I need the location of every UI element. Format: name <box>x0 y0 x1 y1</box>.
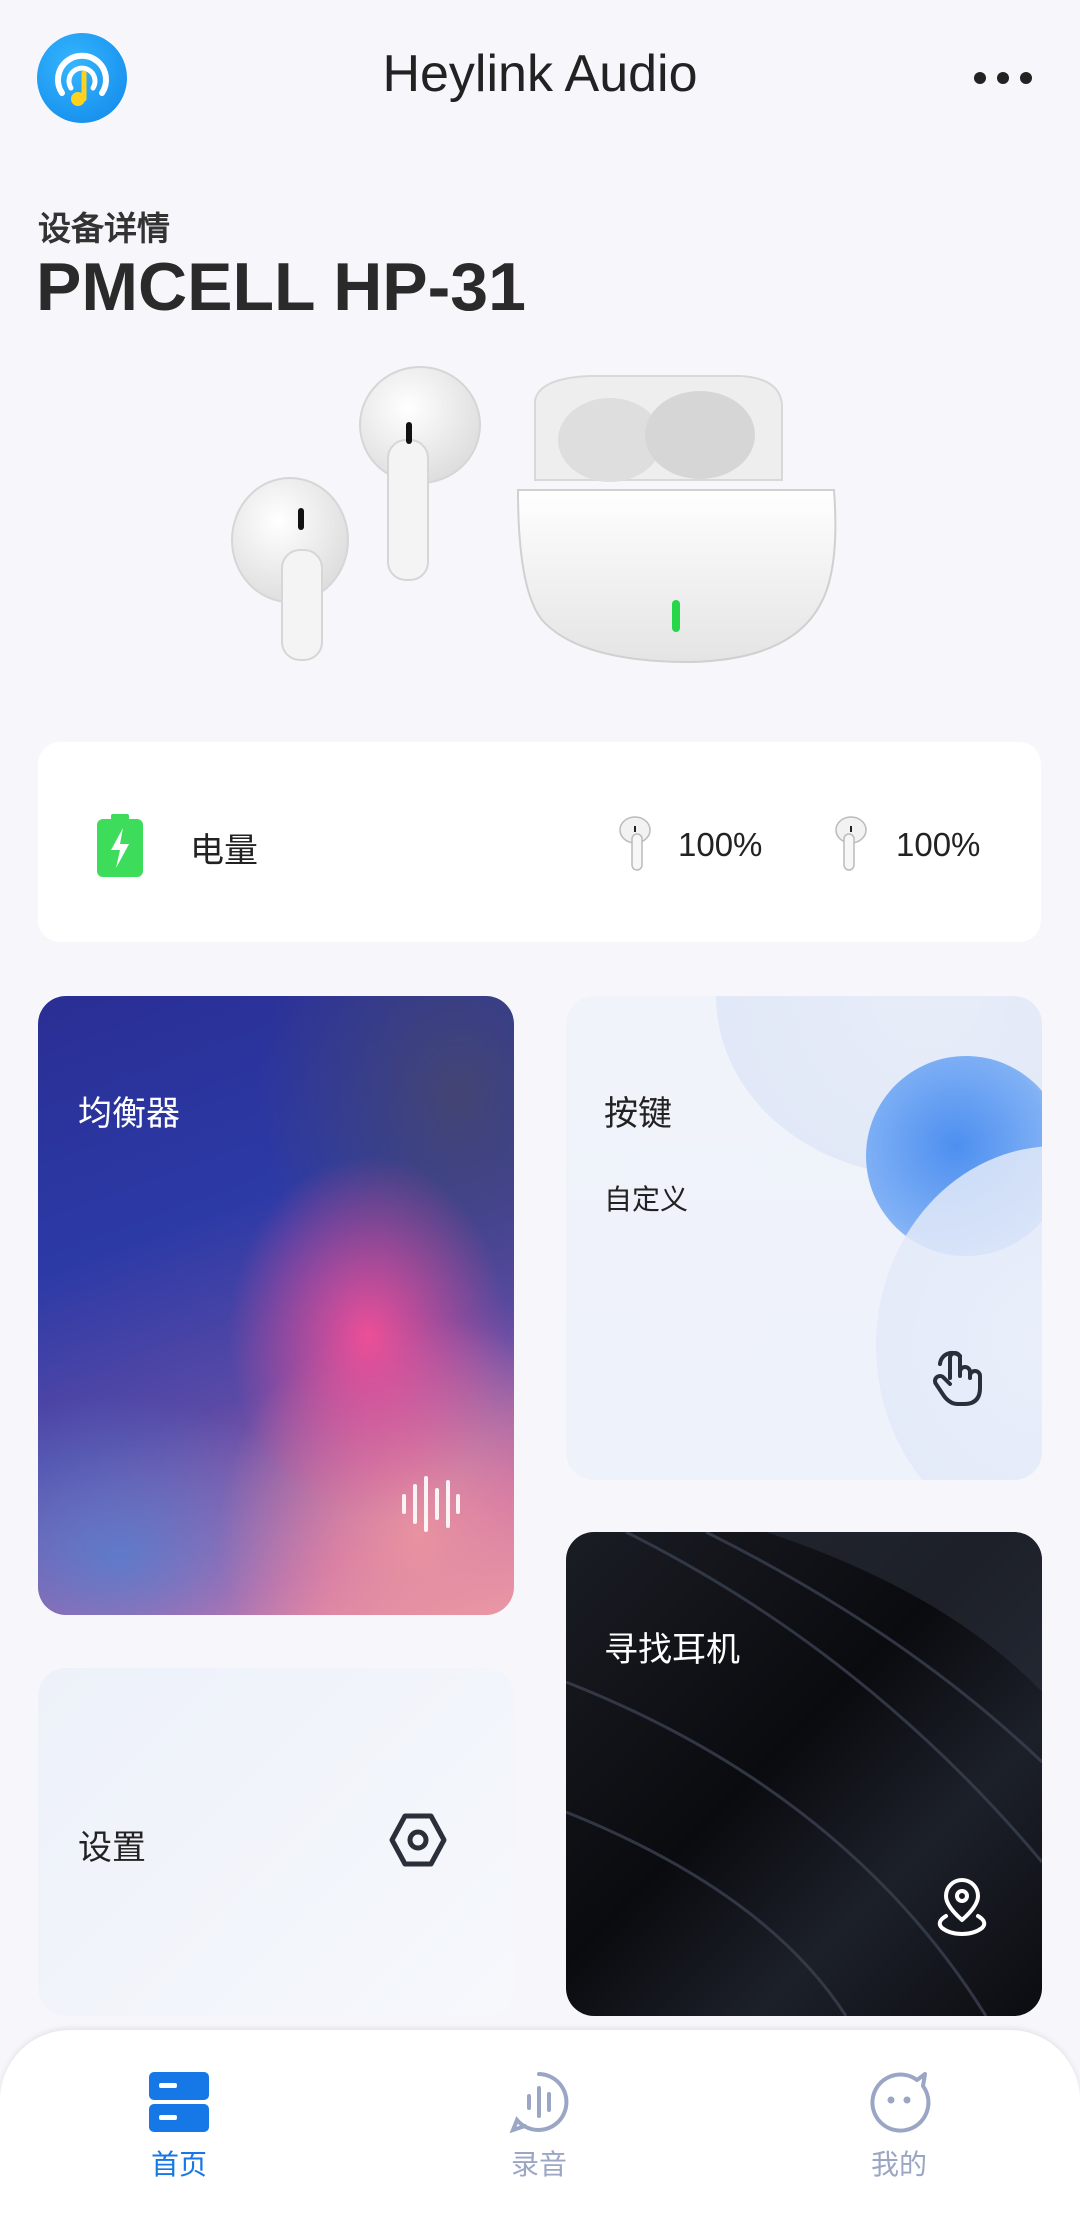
settings-title: 设置 <box>78 1828 146 1868</box>
battery-label: 电量 <box>190 831 258 871</box>
battery-card <box>38 742 1041 942</box>
waveform-icon <box>400 1476 462 1536</box>
find-earbuds-tile[interactable]: 寻找耳机 <box>566 1532 1042 2016</box>
more-horizontal-icon[interactable] <box>968 58 1038 98</box>
profile-chat-icon[interactable] <box>867 2070 931 2134</box>
tab-profile[interactable]: 我的 <box>819 2143 979 2183</box>
location-pin-icon <box>932 1876 992 1942</box>
home-icon[interactable] <box>147 2070 211 2134</box>
right-earbud-icon <box>834 816 868 872</box>
left-battery-percent: 100% <box>678 826 763 863</box>
tab-recording[interactable]: 录音 <box>459 2143 619 2183</box>
right-battery-percent: 100% <box>896 826 981 863</box>
equalizer-tile[interactable]: 均衡器 <box>38 996 514 1615</box>
keys-subtitle: 自定义 <box>604 1183 689 1216</box>
keys-title: 按键 <box>604 1094 672 1134</box>
device-name: PMCELL HP-31 <box>36 249 526 325</box>
earbuds-product-image <box>220 360 860 680</box>
recording-icon[interactable] <box>507 2070 571 2134</box>
touch-hand-icon <box>930 1344 990 1412</box>
battery-charging-icon <box>95 814 145 878</box>
section-label: 设备详情 <box>38 209 170 248</box>
equalizer-title: 均衡器 <box>78 1094 180 1134</box>
hexagon-settings-icon <box>388 1810 448 1874</box>
find-earbuds-title: 寻找耳机 <box>604 1630 740 1670</box>
tab-home[interactable]: 首页 <box>99 2143 259 2183</box>
app-title: Heylink Audio <box>382 45 698 103</box>
left-earbud-icon <box>618 816 652 872</box>
find-bg-arcs <box>566 1532 1042 2016</box>
settings-tile[interactable]: 设置 <box>38 1668 514 2016</box>
keys-tile[interactable]: 按键 自定义 <box>566 996 1042 1480</box>
